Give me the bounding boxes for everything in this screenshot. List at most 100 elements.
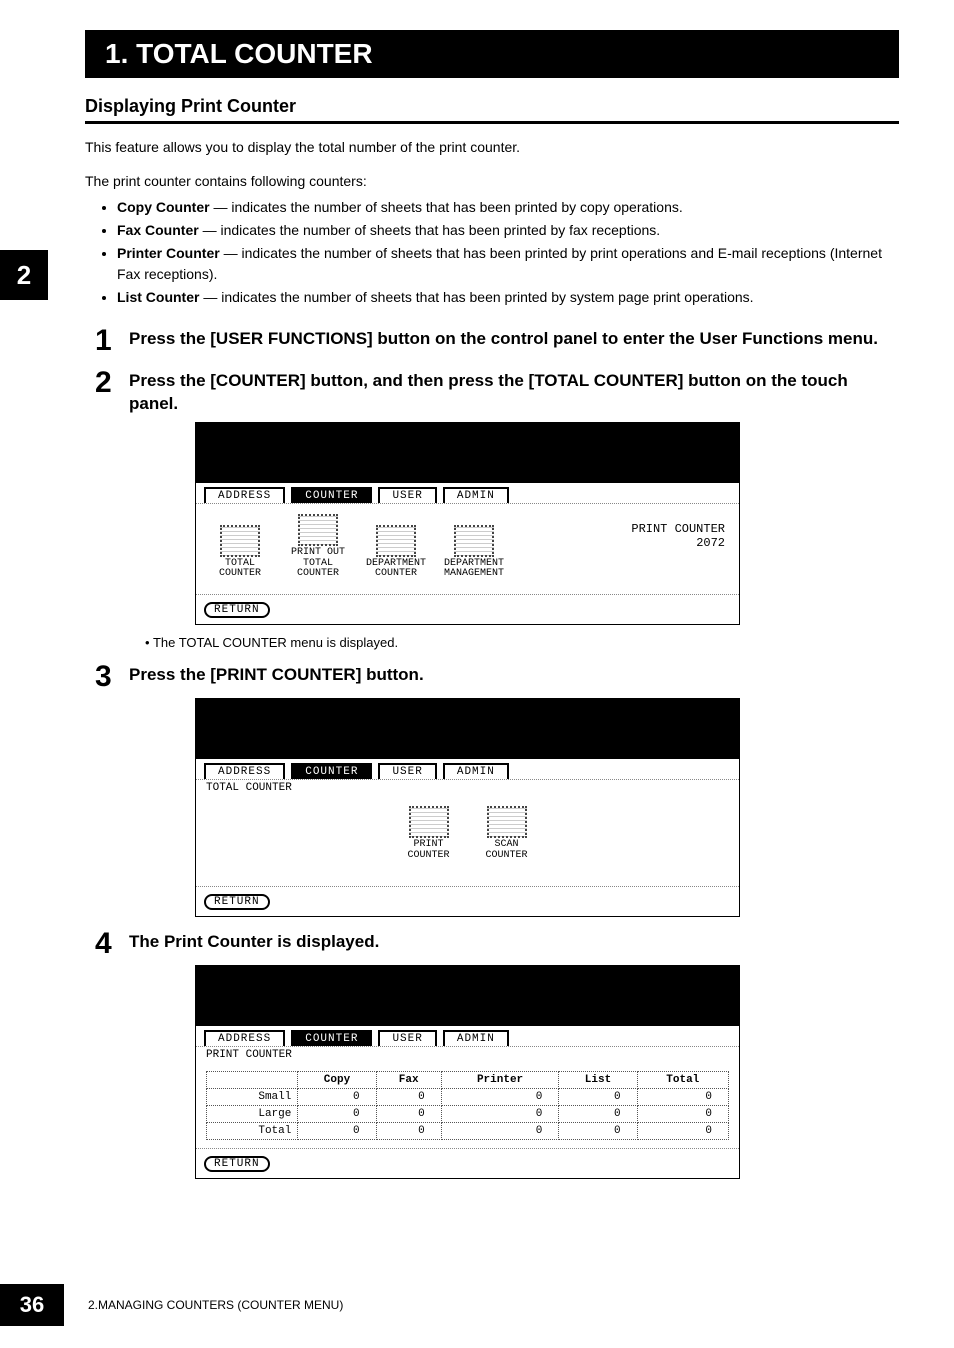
- return-button[interactable]: RETURN: [204, 894, 270, 910]
- icon-label: TOTAL COUNTER: [208, 559, 272, 580]
- tab-admin[interactable]: ADMIN: [443, 763, 509, 779]
- department-counter-button[interactable]: DEPARTMENT COUNTER: [364, 525, 428, 580]
- cell: 0: [298, 1106, 376, 1123]
- screen-caption: TOTAL COUNTER: [196, 780, 739, 796]
- icon-label: PRINT COUNTER: [397, 840, 461, 861]
- page-title: 1. TOTAL COUNTER: [85, 30, 899, 78]
- readout-value: 2072: [631, 536, 725, 550]
- print-out-total-counter-button[interactable]: PRINT OUT TOTAL COUNTER: [286, 514, 350, 580]
- intro-text: This feature allows you to display the t…: [85, 138, 899, 158]
- list-icon: [409, 806, 449, 838]
- counter-name: List Counter: [117, 289, 199, 305]
- total-counter-button[interactable]: TOTAL COUNTER: [208, 525, 272, 580]
- lead-text: The print counter contains following cou…: [85, 172, 899, 192]
- screen-black-band: [196, 966, 739, 1026]
- counter-name: Copy Counter: [117, 199, 210, 215]
- table-row: Large 0 0 0 0 0: [207, 1106, 729, 1123]
- section-heading: Displaying Print Counter: [85, 96, 899, 117]
- tab-row: ADDRESS COUNTER USER ADMIN: [196, 759, 739, 780]
- step-3: 3 Press the [PRINT COUNTER] button.: [95, 662, 899, 692]
- cell: 0: [298, 1123, 376, 1140]
- cell: 0: [637, 1123, 728, 1140]
- page-footer: 36 2.MANAGING COUNTERS (COUNTER MENU): [0, 1284, 343, 1326]
- tab-address[interactable]: ADDRESS: [204, 487, 285, 503]
- table-header-row: Copy Fax Printer List Total: [207, 1072, 729, 1089]
- section-rule: [85, 121, 899, 124]
- cell: 0: [441, 1106, 559, 1123]
- icon-row: PRINT COUNTER SCAN COUNTER: [208, 806, 727, 861]
- table-header: Fax: [376, 1072, 441, 1089]
- cell: 0: [637, 1089, 728, 1106]
- print-counter-table: Copy Fax Printer List Total Small 0 0 0 …: [206, 1071, 729, 1140]
- cell: 0: [441, 1089, 559, 1106]
- list-icon: [220, 525, 260, 557]
- tab-address[interactable]: ADDRESS: [204, 763, 285, 779]
- counter-desc: — indicates the number of sheets that ha…: [199, 222, 661, 238]
- counter-desc: — indicates the number of sheets that ha…: [210, 199, 683, 215]
- icon-label: DEPARTMENT COUNTER: [364, 559, 428, 580]
- table-header: Printer: [441, 1072, 559, 1089]
- table-header: List: [559, 1072, 637, 1089]
- footer-text: 2.MANAGING COUNTERS (COUNTER MENU): [88, 1298, 343, 1312]
- cell: 0: [637, 1106, 728, 1123]
- step-1: 1 Press the [USER FUNCTIONS] button on t…: [95, 326, 899, 356]
- tab-counter[interactable]: COUNTER: [291, 1030, 372, 1046]
- return-button[interactable]: RETURN: [204, 602, 270, 618]
- print-counter-readout: PRINT COUNTER 2072: [631, 522, 725, 551]
- step-number: 4: [95, 929, 129, 959]
- table-header: Copy: [298, 1072, 376, 1089]
- cell: 0: [298, 1089, 376, 1106]
- tab-user[interactable]: USER: [378, 487, 436, 503]
- return-button[interactable]: RETURN: [204, 1156, 270, 1172]
- step-number: 2: [95, 368, 129, 416]
- scan-counter-button[interactable]: SCAN COUNTER: [475, 806, 539, 861]
- touchscreen-mock-1: ADDRESS COUNTER USER ADMIN TOTAL COUNTER…: [195, 422, 740, 625]
- row-label: Total: [207, 1123, 298, 1140]
- step-text: The Print Counter is displayed.: [129, 929, 379, 959]
- tab-admin[interactable]: ADMIN: [443, 1030, 509, 1046]
- step-text: Press the [PRINT COUNTER] button.: [129, 662, 424, 692]
- key-icon: [376, 525, 416, 557]
- cell: 0: [559, 1089, 637, 1106]
- tab-counter[interactable]: COUNTER: [291, 763, 372, 779]
- tab-user[interactable]: USER: [378, 1030, 436, 1046]
- lock-icon: [454, 525, 494, 557]
- tab-row: ADDRESS COUNTER USER ADMIN: [196, 483, 739, 504]
- step-4: 4 The Print Counter is displayed.: [95, 929, 899, 959]
- icon-label: DEPARTMENT MANAGEMENT: [442, 559, 506, 580]
- counter-desc: — indicates the number of sheets that ha…: [117, 245, 882, 282]
- cell: 0: [376, 1089, 441, 1106]
- row-label: Large: [207, 1106, 298, 1123]
- step-text: Press the [COUNTER] button, and then pre…: [129, 368, 899, 416]
- counter-definitions: Copy Counter — indicates the number of s…: [103, 197, 899, 308]
- tab-counter[interactable]: COUNTER: [291, 487, 372, 503]
- cell: 0: [559, 1123, 637, 1140]
- tab-address[interactable]: ADDRESS: [204, 1030, 285, 1046]
- icon-label: PRINT OUT TOTAL COUNTER: [286, 548, 350, 580]
- print-counter-button[interactable]: PRINT COUNTER: [397, 806, 461, 861]
- table-header: Total: [637, 1072, 728, 1089]
- row-label: Small: [207, 1089, 298, 1106]
- table-row: Total 0 0 0 0 0: [207, 1123, 729, 1140]
- screen-caption: PRINT COUNTER: [196, 1047, 739, 1063]
- printer-icon: [298, 514, 338, 546]
- cell: 0: [376, 1123, 441, 1140]
- touchscreen-mock-2: ADDRESS COUNTER USER ADMIN TOTAL COUNTER…: [195, 698, 740, 917]
- counter-name: Printer Counter: [117, 245, 220, 261]
- cell: 0: [441, 1123, 559, 1140]
- tab-user[interactable]: USER: [378, 763, 436, 779]
- table-header: [207, 1072, 298, 1089]
- step-number: 3: [95, 662, 129, 692]
- tab-admin[interactable]: ADMIN: [443, 487, 509, 503]
- counter-desc: — indicates the number of sheets that ha…: [199, 289, 753, 305]
- page-number: 36: [0, 1284, 64, 1326]
- screen-black-band: [196, 423, 739, 483]
- tab-row: ADDRESS COUNTER USER ADMIN: [196, 1026, 739, 1047]
- counter-name: Fax Counter: [117, 222, 199, 238]
- step-2-note: The TOTAL COUNTER menu is displayed.: [145, 635, 899, 650]
- step-number: 1: [95, 326, 129, 356]
- department-management-button[interactable]: DEPARTMENT MANAGEMENT: [442, 525, 506, 580]
- touchscreen-mock-3: ADDRESS COUNTER USER ADMIN PRINT COUNTER…: [195, 965, 740, 1179]
- icon-label: SCAN COUNTER: [475, 840, 539, 861]
- cell: 0: [559, 1106, 637, 1123]
